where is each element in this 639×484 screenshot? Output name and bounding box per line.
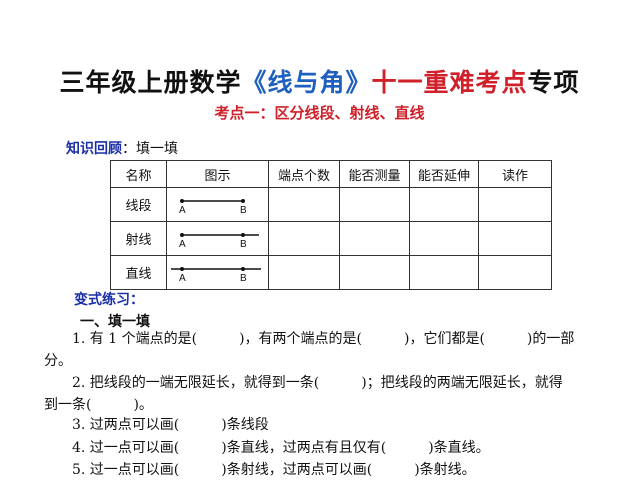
- header-measurable: 能否测量: [339, 160, 410, 188]
- point-a-label: A: [179, 205, 186, 216]
- title-keypoints: 重难考点: [423, 68, 528, 97]
- question-2: 2. 把线段的一端无限延长，就得到一条( )；把线段的两端无限延长，就得 到一条…: [44, 372, 604, 416]
- cell-answer[interactable]: [268, 187, 340, 222]
- point-b-label: B: [240, 239, 247, 250]
- recall-label: 知识回顾: [66, 141, 122, 157]
- segment-figure: A B: [166, 187, 269, 222]
- question-line: 到一条( )。: [44, 397, 153, 413]
- page-title: 三年级上册数学《线与角》十一重难考点专项: [0, 63, 639, 99]
- practice-label: 变式练习：: [74, 292, 144, 308]
- question-line: 1. 有 1 个端点的是( )，有两个端点的是( )，它们都是( )的一部: [72, 331, 575, 347]
- table-row: 射线 A B: [110, 221, 552, 256]
- cell-answer[interactable]: [409, 255, 479, 290]
- point-a-label: A: [179, 239, 186, 250]
- header-figure: 图示: [166, 160, 269, 188]
- cell-answer[interactable]: [339, 255, 410, 290]
- cell-answer[interactable]: [409, 187, 479, 222]
- question-line: 分。: [44, 353, 72, 369]
- header-name: 名称: [110, 160, 167, 188]
- point-b-label: B: [240, 273, 247, 284]
- subtitle: 考点一：区分线段、射线、直线: [214, 104, 425, 122]
- concept-table: 名称 图示 端点个数 能否测量 能否延伸 读作 线段 A B 射线 A B 直线…: [110, 160, 552, 290]
- row-name-line: 直线: [110, 255, 167, 290]
- straight-line-diagram: A B: [171, 267, 261, 284]
- line-segment-diagram: A B: [179, 199, 247, 216]
- title-prefix: 三年级上册数学: [59, 68, 242, 97]
- cell-answer[interactable]: [478, 255, 552, 290]
- cell-answer[interactable]: [409, 221, 479, 256]
- recall-colon: ：: [122, 141, 136, 157]
- cell-answer[interactable]: [339, 221, 410, 256]
- header-extendable: 能否延伸: [409, 160, 479, 188]
- table-header-row: 名称 图示 端点个数 能否测量 能否延伸 读作: [110, 160, 552, 188]
- header-read-as: 读作: [478, 160, 552, 188]
- point-b-label: B: [240, 205, 247, 216]
- question-3: 3. 过两点可以画( )条线段: [72, 417, 269, 433]
- knowledge-recall: 知识回顾：填一填: [66, 138, 178, 158]
- line-figure: A B: [166, 255, 269, 290]
- row-name-ray: 射线: [110, 221, 167, 256]
- question-line: 2. 把线段的一端无限延长，就得到一条( )；把线段的两端无限延长，就得: [72, 375, 563, 391]
- row-name-segment: 线段: [110, 187, 167, 222]
- header-endpoints: 端点个数: [268, 160, 340, 188]
- cell-answer[interactable]: [339, 187, 410, 222]
- point-a-label: A: [179, 273, 186, 284]
- question-1: 1. 有 1 个端点的是( )，有两个端点的是( )，它们都是( )的一部 分。: [44, 328, 604, 372]
- cell-answer[interactable]: [268, 221, 340, 256]
- title-mid: 十一: [371, 68, 424, 97]
- recall-text: 填一填: [136, 141, 178, 157]
- ray-figure: A B: [166, 221, 269, 256]
- cell-answer[interactable]: [478, 187, 552, 222]
- cell-answer[interactable]: [268, 255, 340, 290]
- title-suffix: 专项: [527, 68, 580, 97]
- question-4: 4. 过一点可以画( )条直线，过两点有且仅有( )条直线。: [72, 440, 490, 456]
- cell-answer[interactable]: [478, 221, 552, 256]
- table-row: 线段 A B: [110, 187, 552, 222]
- table-row: 直线 A B: [110, 255, 552, 290]
- ray-diagram: A B: [179, 233, 259, 250]
- question-5: 5. 过一点可以画( )条射线，过两点可以画( )条射线。: [72, 462, 476, 478]
- title-book: 《线与角》: [241, 68, 372, 97]
